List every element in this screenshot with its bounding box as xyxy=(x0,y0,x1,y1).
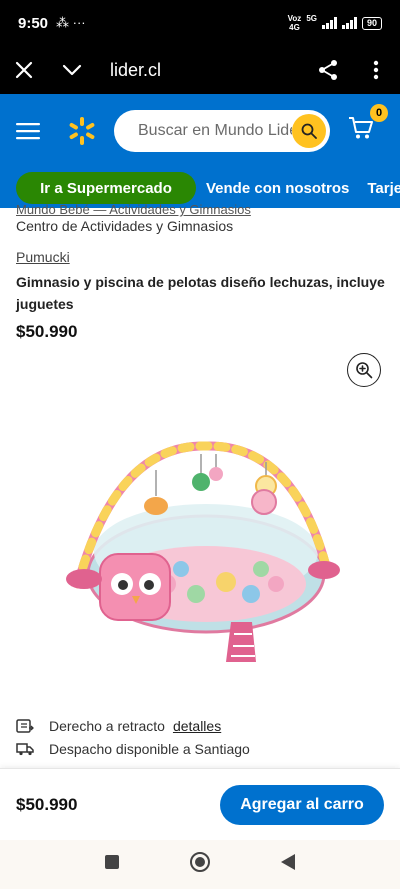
supermercado-button[interactable]: Ir a Supermercado xyxy=(16,172,196,204)
signal-icon-2 xyxy=(341,17,357,29)
breadcrumb[interactable]: Mundo Bebé — Actividades y Gimnasios xyxy=(16,202,251,217)
retracto-row: Derecho a retracto detalles xyxy=(16,718,221,734)
product-image[interactable] xyxy=(56,434,344,674)
vende-link[interactable]: Vende con nosotros xyxy=(206,180,349,197)
cart-count-badge: 0 xyxy=(370,104,388,122)
home-icon[interactable] xyxy=(189,851,211,878)
bottom-price: $50.990 xyxy=(16,794,78,814)
url-text[interactable]: lider.cl xyxy=(110,60,304,81)
category-label: Centro de Actividades y Gimnasios xyxy=(16,218,234,234)
spark-logo-icon[interactable] xyxy=(56,94,108,168)
notification-icons: ⁂ ··· xyxy=(56,15,86,30)
share-icon[interactable] xyxy=(304,46,352,94)
back-icon[interactable] xyxy=(280,853,296,876)
detalles-link[interactable]: detalles xyxy=(173,718,221,734)
add-to-cart-button[interactable]: Agregar al carro xyxy=(220,784,384,825)
brand-link[interactable]: Pumucki xyxy=(16,249,70,265)
recents-icon[interactable] xyxy=(104,854,120,875)
status-bar: 9:50 ⁂ ··· Voz 4G 5G 90 xyxy=(0,0,400,46)
signal-label: 5G xyxy=(306,14,317,23)
more-vert-icon[interactable] xyxy=(352,46,400,94)
battery-icon: 90 xyxy=(361,16,382,30)
close-icon[interactable] xyxy=(0,46,48,94)
truck-icon xyxy=(16,742,36,756)
site-header: Buscar en Mundo Lider 0 xyxy=(0,94,400,168)
chevron-down-icon[interactable] xyxy=(48,46,96,94)
product-title: Gimnasio y piscina de pelotas diseño lec… xyxy=(16,274,385,312)
return-icon xyxy=(16,718,36,734)
cart-button[interactable]: 0 xyxy=(348,104,388,146)
search-placeholder: Buscar en Mundo Lider xyxy=(138,122,292,139)
retracto-label: Derecho a retracto xyxy=(49,718,165,734)
network-type: Voz 4G xyxy=(288,14,302,32)
signal-icon xyxy=(321,17,337,29)
search-input[interactable]: Buscar en Mundo Lider xyxy=(114,110,330,152)
browser-toolbar: lider.cl xyxy=(0,46,400,94)
zoom-in-icon[interactable] xyxy=(347,353,381,387)
despacho-label: Despacho disponible a Santiago xyxy=(49,741,250,757)
despacho-row: Despacho disponible a Santiago xyxy=(16,741,250,757)
network-bottom: 4G xyxy=(289,23,300,32)
status-time: 9:50 xyxy=(18,14,49,32)
status-right: Voz 4G 5G 90 xyxy=(288,14,382,32)
network-top: Voz xyxy=(287,14,302,23)
add-to-cart-bar: $50.990 Agregar al carro xyxy=(0,768,400,840)
search-button[interactable] xyxy=(292,114,326,148)
tarjeta-link[interactable]: Tarjeta xyxy=(367,180,400,197)
product-price: $50.990 xyxy=(16,322,78,341)
cart-icon xyxy=(349,117,373,139)
menu-icon[interactable] xyxy=(0,94,56,168)
search-icon xyxy=(301,123,317,139)
system-nav-bar xyxy=(0,840,400,889)
